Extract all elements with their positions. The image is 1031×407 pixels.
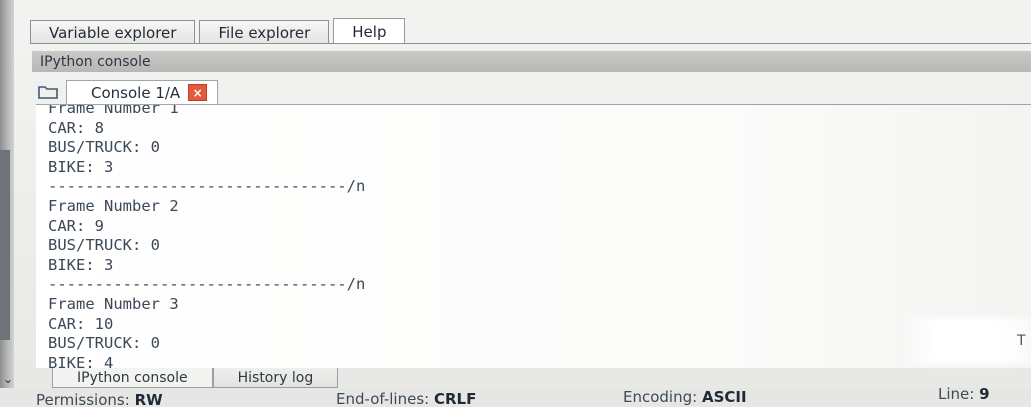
console-tab-label: Console 1/A <box>91 83 181 102</box>
tab-ipython-console[interactable]: IPython console <box>52 368 213 388</box>
console-line: BIKE: 3 <box>48 255 114 274</box>
console-line: Frame Number 2 <box>48 196 179 215</box>
status-permissions: Permissions: RW <box>36 391 163 407</box>
tab-console-1a[interactable]: Console 1/A × <box>66 79 219 105</box>
top-tab-bar: Variable explorer File explorer Help <box>30 18 409 44</box>
bottom-tab-bar: IPython console History log <box>52 368 339 388</box>
tab-help[interactable]: Help <box>333 18 406 44</box>
console-text: Frame Number 1 CAR: 8 BUS/TRUCK: 0 BIKE: 3-… <box>48 104 366 368</box>
console-line: CAR: 9 <box>48 216 104 235</box>
screen-glare <box>905 318 1031 364</box>
console-line: --------------------------------/n <box>48 275 366 294</box>
console-tab-bar: Console 1/A × <box>34 79 219 105</box>
console-line: BUS/TRUCK: 0 <box>48 236 160 255</box>
left-gutter <box>0 0 14 407</box>
tab-divider <box>30 43 1031 44</box>
tab-variable-explorer[interactable]: Variable explorer <box>30 20 196 44</box>
console-line: BUS/TRUCK: 0 <box>48 138 160 157</box>
status-encoding: Encoding: ASCII <box>623 388 747 406</box>
console-line: BUS/TRUCK: 0 <box>48 334 160 353</box>
tab-history-log[interactable]: History log <box>212 368 339 388</box>
glare-letter: T <box>1017 333 1026 349</box>
status-line: Line: 9 <box>938 385 990 403</box>
console-output[interactable]: Frame Number 1 CAR: 8 BUS/TRUCK: 0 BIKE: 3-… <box>36 104 1031 368</box>
chevron-down-icon[interactable]: ⌄ <box>3 372 13 386</box>
status-eol: End-of-lines: CRLF <box>336 390 477 407</box>
close-icon[interactable]: × <box>188 84 208 101</box>
status-bar: Permissions: RW End-of-lines: CRLF Encod… <box>0 385 1031 407</box>
console-line: CAR: 8 <box>48 118 104 137</box>
console-line: BIKE: 3 <box>48 157 114 176</box>
pane-title: IPython console <box>32 51 1031 72</box>
console-line: Frame Number 3 <box>48 294 179 313</box>
console-line: Frame Number 1 <box>48 104 179 117</box>
tab-file-explorer[interactable]: File explorer <box>199 20 330 44</box>
spyder-window: Variable explorer File explorer Help IPy… <box>0 0 1031 407</box>
console-line: --------------------------------/n <box>48 177 366 196</box>
console-line: CAR: 10 <box>48 314 114 333</box>
console-line: BIKE: 4 <box>48 353 114 368</box>
folder-icon[interactable] <box>38 85 58 99</box>
